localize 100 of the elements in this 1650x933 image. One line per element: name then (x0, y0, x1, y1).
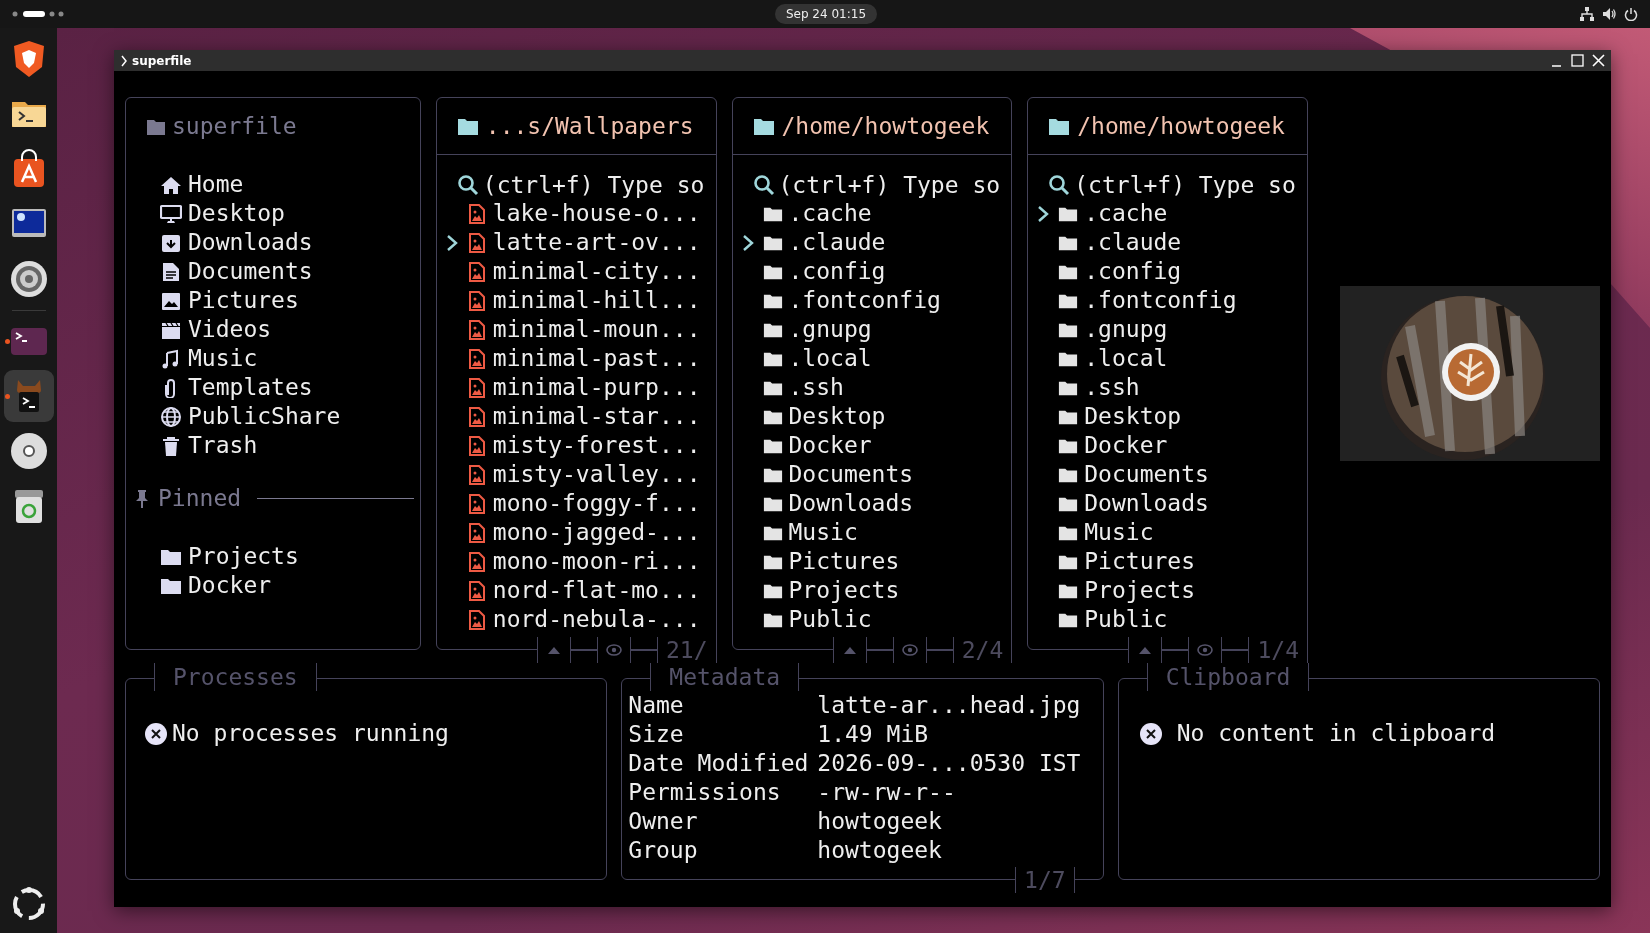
sidebar-item[interactable]: Projects (160, 542, 420, 571)
metadata-value: 2026-09-...0530 IST (817, 749, 1082, 778)
file-row[interactable]: Pictures (740, 547, 1012, 576)
power-icon[interactable] (1624, 7, 1638, 21)
file-row[interactable]: minimal-past... (444, 344, 716, 373)
file-row[interactable]: nord-nebula-... (444, 605, 716, 634)
file-row[interactable]: mono-foggy-f... (444, 489, 716, 518)
file-row[interactable]: Projects (740, 576, 1012, 605)
eye-icon (1197, 643, 1214, 657)
file-row[interactable]: misty-valley... (444, 460, 716, 489)
file-row[interactable]: Desktop (740, 402, 1012, 431)
file-row[interactable]: .gnupg (740, 315, 1012, 344)
sidebar-item[interactable]: Trash (160, 431, 420, 460)
sidebar-item[interactable]: Music (160, 344, 420, 373)
metadata-key: Size (628, 720, 818, 749)
pin-icon (134, 488, 150, 509)
sidebar-title: superfile (172, 112, 297, 141)
file-row[interactable]: minimal-hill... (444, 286, 716, 315)
sidebar-item[interactable]: Videos (160, 315, 420, 344)
file-row[interactable]: nord-flat-mo... (444, 576, 716, 605)
file-row[interactable]: minimal-purp... (444, 373, 716, 402)
metadata-key: Date Modified (628, 749, 818, 778)
section-heading: Pinned (158, 484, 242, 513)
file-row[interactable]: Docker (740, 431, 1012, 460)
globe-icon (160, 406, 182, 427)
file-row[interactable]: Pictures (1036, 547, 1307, 576)
file-row[interactable]: Downloads (740, 489, 1012, 518)
file-row[interactable]: Docker (1036, 431, 1307, 460)
image-file-icon (466, 203, 487, 224)
search-icon (456, 173, 479, 196)
file-row[interactable]: mono-moon-ri... (444, 547, 716, 576)
item-count: 1/4 (1257, 637, 1299, 663)
eye-icon (605, 643, 622, 657)
image-file-icon (466, 290, 487, 311)
file-row[interactable]: .ssh (1036, 373, 1307, 402)
image-icon (160, 290, 182, 311)
network-icon[interactable] (1580, 7, 1594, 21)
file-row[interactable]: .ssh (740, 373, 1012, 402)
image-file-icon (466, 551, 487, 572)
metadata-key: Permissions (628, 778, 818, 807)
disc-icon[interactable] (8, 431, 49, 471)
search-field[interactable]: (ctrl+f) Type so (778, 170, 1007, 199)
sidebar-item[interactable]: Documents (160, 257, 420, 286)
clock: Sep 24 01:15 (774, 4, 878, 24)
file-row[interactable]: .gnupg (1036, 315, 1307, 344)
file-row[interactable]: .claude (740, 228, 1012, 257)
item-count: 1/7 (1015, 867, 1075, 893)
close-circle-icon (144, 721, 168, 746)
image-file-icon (466, 406, 487, 427)
close-icon[interactable] (1592, 54, 1605, 67)
sidebar-item[interactable]: Docker (160, 571, 420, 600)
file-row[interactable]: .config (740, 257, 1012, 286)
folder-icon (146, 117, 166, 136)
file-row[interactable]: .fontconfig (740, 286, 1012, 315)
image-file-icon (466, 580, 487, 601)
file-row[interactable]: latte-art-ov... (444, 228, 716, 257)
search-field[interactable]: (ctrl+f) Type so (1074, 170, 1303, 199)
file-row[interactable]: .config (1036, 257, 1307, 286)
metadata-value: howtogeek (817, 807, 943, 836)
file-row[interactable]: Music (740, 518, 1012, 547)
sidebar-item[interactable]: Templates (160, 373, 420, 402)
file-row[interactable]: Downloads (1036, 489, 1307, 518)
file-row[interactable]: .cache (1036, 199, 1307, 228)
sidebar-item[interactable]: Desktop (160, 199, 420, 228)
folder-path: ...s/Wallpapers (485, 113, 694, 139)
maximize-icon[interactable] (1571, 54, 1584, 67)
file-row[interactable]: .fontconfig (1036, 286, 1307, 315)
image-file-icon (466, 377, 487, 398)
sidebar-item[interactable]: Pictures (160, 286, 420, 315)
file-row[interactable]: Desktop (1036, 402, 1307, 431)
sidebar-item[interactable]: PublicShare (160, 402, 420, 431)
search-field[interactable]: (ctrl+f) Type so (482, 170, 711, 199)
document-icon (160, 261, 182, 282)
file-row[interactable]: Music (1036, 518, 1307, 547)
file-row[interactable]: misty-forest... (444, 431, 716, 460)
image-file-icon (466, 348, 487, 369)
file-row[interactable]: mono-jagged-... (444, 518, 716, 547)
file-row[interactable]: Documents (1036, 460, 1307, 489)
volume-icon[interactable] (1602, 7, 1616, 21)
item-count: 2/4 (961, 637, 1004, 663)
file-row[interactable]: .local (1036, 344, 1307, 373)
file-row[interactable]: Projects (1036, 576, 1307, 605)
sidebar-item[interactable]: Downloads (160, 228, 420, 257)
file-row[interactable]: minimal-star... (444, 402, 716, 431)
file-row[interactable]: Documents (740, 460, 1012, 489)
window-title: superfile (132, 53, 192, 68)
image-file-icon (466, 464, 487, 485)
file-row[interactable]: .cache (740, 199, 1012, 228)
file-row[interactable]: .claude (1036, 228, 1307, 257)
file-row[interactable]: .local (740, 344, 1012, 373)
file-row[interactable]: Public (740, 605, 1012, 634)
file-row[interactable]: minimal-moun... (444, 315, 716, 344)
empty-message: No processes running (172, 719, 449, 748)
file-row[interactable]: lake-house-o... (444, 199, 716, 228)
metadata-key: Name (628, 691, 818, 720)
file-row[interactable]: Public (1036, 605, 1307, 634)
sidebar-item[interactable]: Home (160, 170, 420, 199)
close-circle-icon (1138, 721, 1163, 746)
metadata-value: -rw-rw-r-- (817, 778, 957, 807)
file-row[interactable]: minimal-city... (444, 257, 716, 286)
